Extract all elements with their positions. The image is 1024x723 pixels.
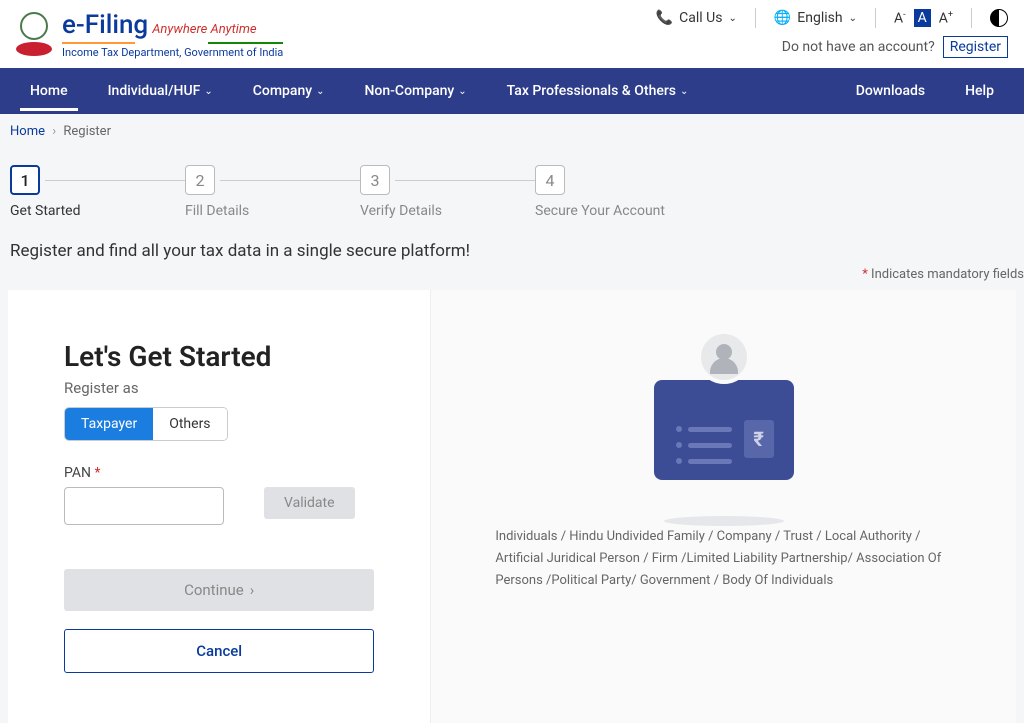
step-4: 4 Secure Your Account [535,165,710,219]
nav-downloads[interactable]: Downloads [836,71,945,111]
nav-home[interactable]: Home [10,71,88,111]
logo-text: e-Filing Anywhere Anytime Income Tax Dep… [62,10,283,59]
cancel-button[interactable]: Cancel [64,629,374,673]
font-medium-button[interactable]: A [914,9,931,27]
emblem-icon [16,8,52,60]
step-connector [220,180,360,181]
avatar-icon [697,330,751,384]
separator [755,8,756,28]
rupee-icon: ₹ [744,420,774,458]
chevron-down-icon: ⌄ [849,13,857,24]
breadcrumb-separator: › [52,124,56,139]
step-label: Secure Your Account [535,203,665,219]
nav-company[interactable]: Company⌄ [233,71,345,111]
info-panel: ₹ Individuals / Hindu Undivided Family /… [431,290,1016,723]
step-label: Get Started [10,203,81,219]
validate-button[interactable]: Validate [264,487,355,519]
pan-label: PAN * [64,465,374,481]
main-nav: Home Individual/HUF⌄ Company⌄ Non-Compan… [0,68,1024,114]
pan-input[interactable] [64,487,224,525]
logo-tagline: Anywhere Anytime [152,22,256,37]
contrast-toggle-icon[interactable] [990,9,1008,27]
font-decrease-button[interactable]: A- [894,10,906,27]
form-title: Let's Get Started [64,340,374,373]
language-label: English [797,10,842,26]
step-box: 2 [185,165,215,195]
step-label: Verify Details [360,203,442,219]
taxpayer-tab[interactable]: Taxpayer [65,408,153,440]
page-heading: Register and find all your tax data in a… [0,227,1024,267]
continue-button[interactable]: Continue › [64,569,374,611]
step-connector [395,180,535,181]
breadcrumb-home[interactable]: Home [10,124,45,139]
step-3: 3 Verify Details [360,165,535,219]
nav-help[interactable]: Help [945,71,1014,111]
mandatory-note: * Indicates mandatory fields [0,267,1024,290]
stepper: 1 Get Started 2 Fill Details 3 Verify De… [0,149,1024,227]
account-row: Do not have an account? Register [782,36,1008,58]
chevron-down-icon: ⌄ [680,86,688,97]
separator [971,8,972,28]
top-utilities: 📞 Call Us ⌄ 🌐 English ⌄ A- A A+ [656,8,1008,28]
step-2: 2 Fill Details [185,165,360,219]
nav-individual[interactable]: Individual/HUF⌄ [88,71,233,111]
chevron-down-icon: ⌄ [728,13,736,24]
globe-icon: 🌐 [774,10,791,26]
top-header: e-Filing Anywhere Anytime Income Tax Dep… [0,0,1024,68]
font-size-controls: A- A A+ [894,9,953,27]
nav-noncompany[interactable]: Non-Company⌄ [345,71,487,111]
step-box: 1 [10,165,40,195]
logo-area[interactable]: e-Filing Anywhere Anytime Income Tax Dep… [16,8,283,60]
call-us-label: Call Us [679,10,722,26]
chevron-down-icon: ⌄ [316,86,324,97]
language-dropdown[interactable]: 🌐 English ⌄ [774,10,857,26]
step-1: 1 Get Started [10,165,185,219]
register-as-segmented: Taxpayer Others [64,407,228,441]
breadcrumb-current: Register [63,124,111,139]
breadcrumb: Home › Register [0,114,1024,149]
step-connector [45,180,185,181]
tricolor-divider [62,42,283,44]
no-account-text: Do not have an account? [782,39,935,55]
phone-icon: 📞 [656,10,673,26]
chevron-down-icon: ⌄ [458,86,466,97]
step-box: 3 [360,165,390,195]
font-increase-button[interactable]: A+ [939,10,953,27]
others-tab[interactable]: Others [153,408,226,440]
chevron-down-icon: ⌄ [204,86,212,97]
entity-types-text: Individuals / Hindu Undivided Family / C… [491,526,956,592]
id-card-illustration: ₹ [644,330,804,490]
separator [875,8,876,28]
form-card: Let's Get Started Register as Taxpayer O… [8,290,431,723]
chevron-right-icon: › [250,581,255,599]
logo-title: e-Filing [62,10,148,40]
register-link[interactable]: Register [943,36,1008,58]
step-box: 4 [535,165,565,195]
logo-subtitle: Income Tax Department, Government of Ind… [62,46,283,59]
step-label: Fill Details [185,203,249,219]
register-as-label: Register as [64,379,374,397]
call-us-dropdown[interactable]: 📞 Call Us ⌄ [656,10,737,26]
nav-tax-pros[interactable]: Tax Professionals & Others⌄ [487,71,709,111]
content-row: Let's Get Started Register as Taxpayer O… [0,290,1024,723]
illustration-shadow [664,516,784,526]
